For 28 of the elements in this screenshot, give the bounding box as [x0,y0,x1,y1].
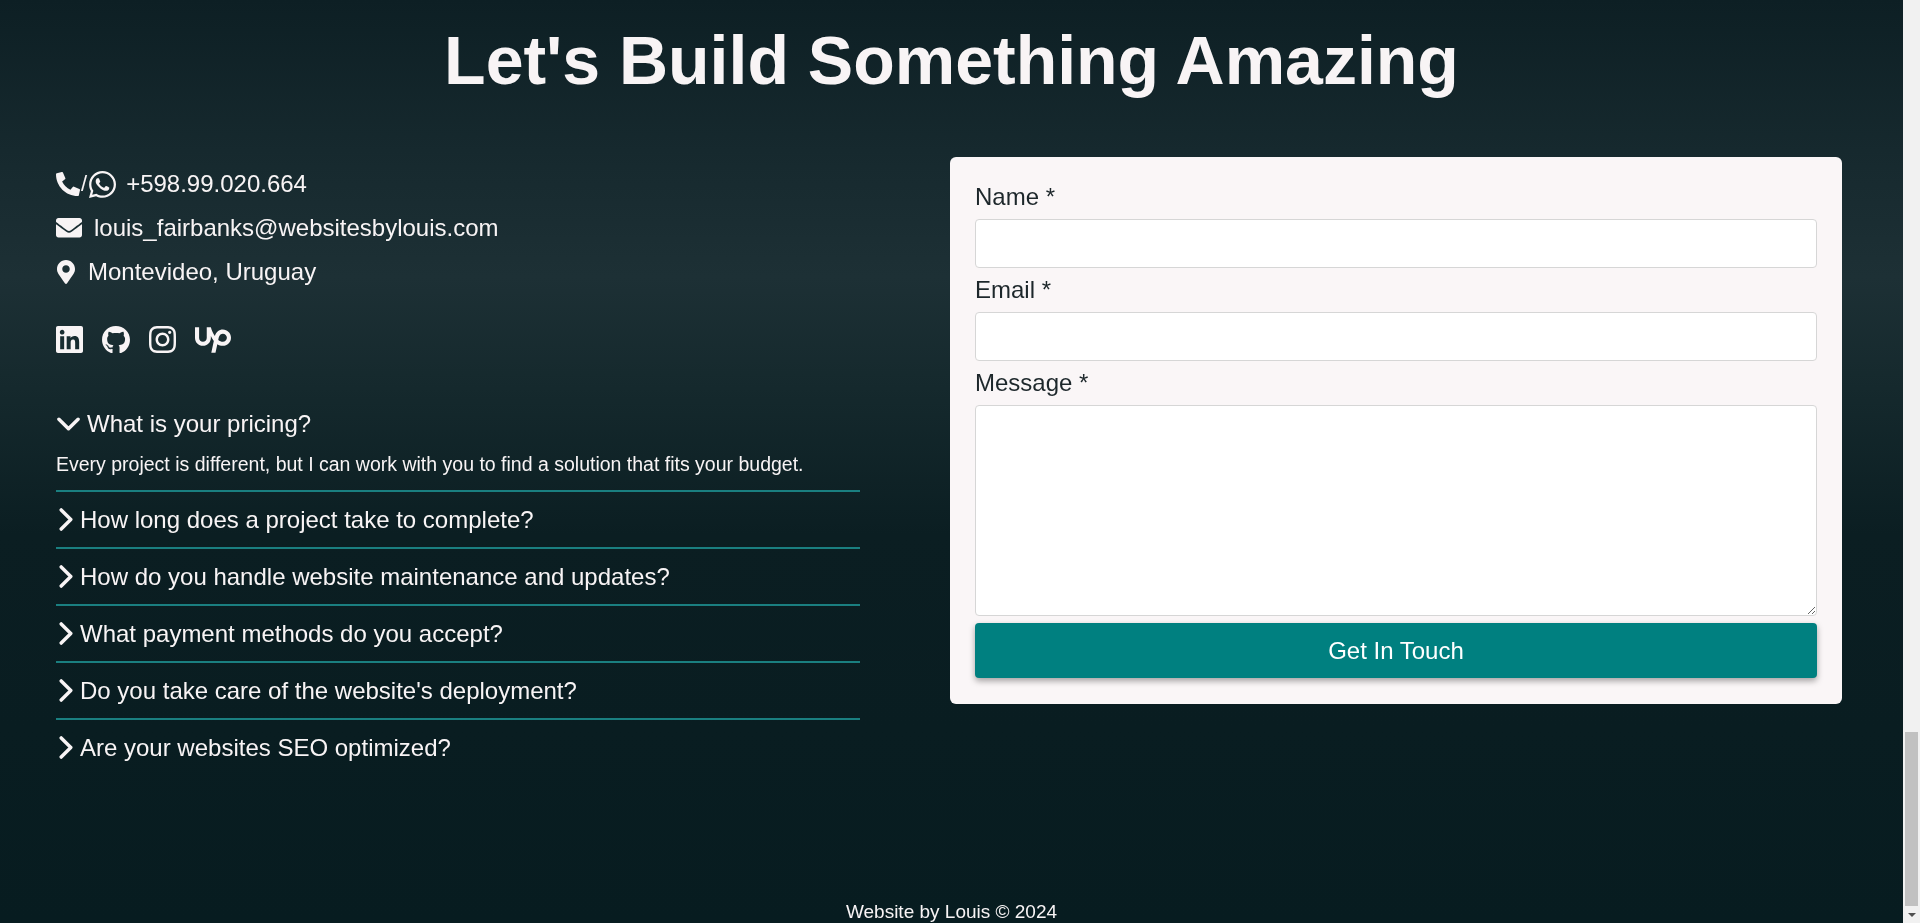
field-label: Name * [975,185,1057,209]
envelope-icon [56,218,82,238]
faq-question[interactable]: How long does a project take to complete? [56,492,860,547]
text-input[interactable] [975,219,1817,268]
scrollbar-thumb[interactable] [1905,732,1918,906]
text-input[interactable] [975,312,1817,361]
faq-answer: Every project is different, but I can work with you to find a solution that fits your budget. [56,453,805,475]
faq-question[interactable]: How do you handle website maintenance and updates? [56,549,860,604]
map-pin-icon [57,260,75,284]
location-text: Montevideo, Uruguay [88,257,317,287]
field-label: Message * [975,371,1090,395]
footer-text: Website by Louis © 2024 [845,903,1058,921]
linkedin-icon[interactable] [56,326,83,353]
submit-button[interactable]: Get In Touch [975,623,1817,678]
email-address: louis_fairbanks@websitesbylouis.com [94,213,499,243]
faq-question[interactable]: Are your websites SEO optimized? [56,720,860,775]
faq-question[interactable]: What payment methods do you accept? [56,606,860,661]
instagram-icon[interactable] [149,326,176,353]
phone-icon [56,172,80,196]
whatsapp-icon [89,170,117,198]
scroll-down-arrow-icon[interactable] [1907,912,1916,917]
upwork-icon[interactable] [195,326,231,353]
phone-number: +598.99.020.664 [126,169,307,199]
github-icon[interactable] [102,325,130,354]
field-label: Email * [975,278,1053,302]
faq-question[interactable]: What is your pricing? [56,396,860,451]
faq-question[interactable]: Do you take care of the website's deployment? [56,663,860,718]
slash-separator: / [81,173,88,195]
